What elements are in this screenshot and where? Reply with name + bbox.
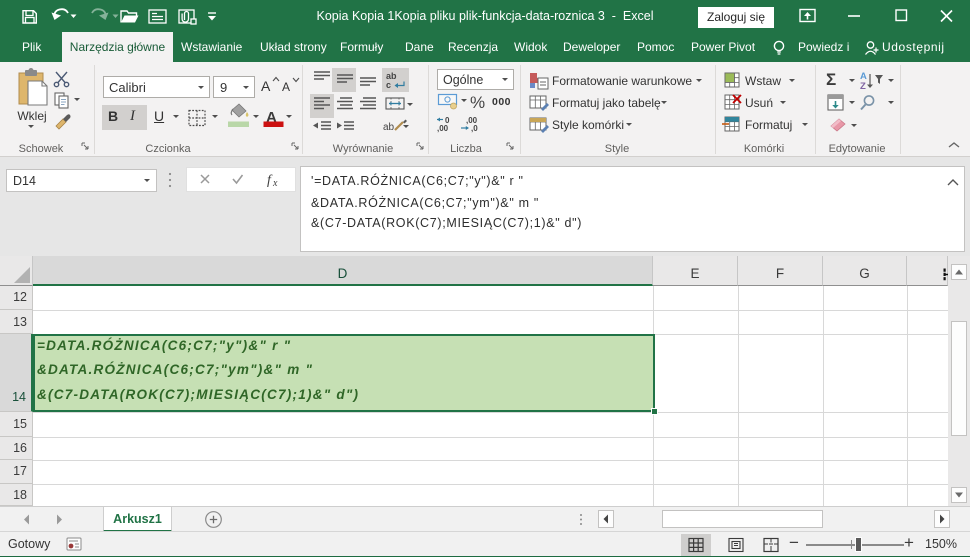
svg-text:ab: ab [383,122,395,133]
svg-text:,00: ,00 [437,124,449,133]
svg-text:Z: Z [860,81,866,92]
svg-text:,0: ,0 [471,124,478,133]
svg-text:c: c [386,80,391,90]
svg-text:x: x [272,178,278,189]
